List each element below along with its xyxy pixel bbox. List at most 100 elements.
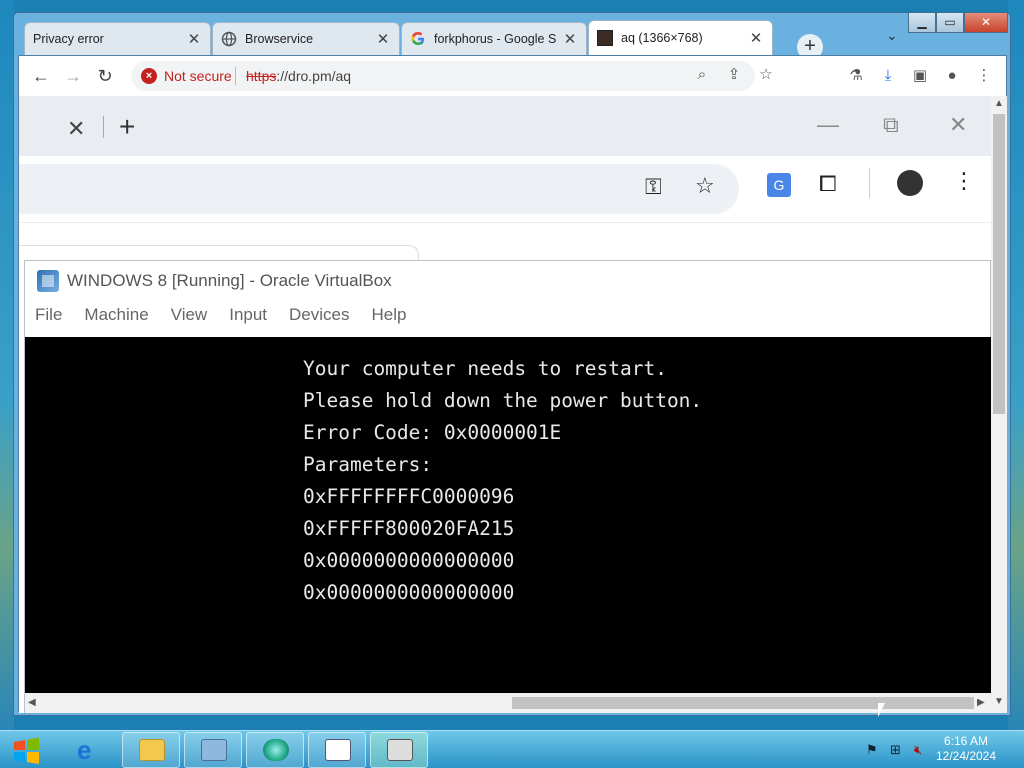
vbox-titlebar: WINDOWS 8 [Running] - Oracle VirtualBox <box>25 261 990 301</box>
browser-window: Privacy error ✕ Browservice ✕ forkphorus… <box>13 12 1011 716</box>
network-icon <box>263 739 289 761</box>
network-button[interactable] <box>246 732 304 768</box>
scroll-down-icon[interactable]: ▼ <box>994 696 1004 707</box>
divider <box>869 168 870 198</box>
scroll-left-icon[interactable]: ◀ <box>28 697 36 708</box>
restore-icon[interactable]: ⧉ <box>883 112 899 138</box>
ie-button[interactable]: e <box>60 732 118 768</box>
clock[interactable]: 6:16 AM 12/24/2024 <box>930 734 1002 764</box>
share-icon[interactable]: ⇪ <box>723 65 745 87</box>
zoom-icon[interactable]: ⌕ <box>691 65 713 87</box>
tab-privacy-error[interactable]: Privacy error ✕ <box>24 22 211 55</box>
clock-time: 6:16 AM <box>943 734 989 748</box>
minimize-icon[interactable]: — <box>817 112 839 138</box>
error-icon[interactable]: × <box>141 68 157 84</box>
flask-icon[interactable]: ⚗ <box>845 66 867 88</box>
notes-button[interactable] <box>308 732 366 768</box>
control-panel-icon <box>201 739 227 761</box>
minimize-button[interactable]: ▁ <box>908 13 936 33</box>
menu-file[interactable]: File <box>35 305 62 335</box>
menu-help[interactable]: Help <box>372 305 407 335</box>
tab-title: aq (1366×768) <box>621 31 703 45</box>
maximize-button[interactable]: ▭ <box>936 13 964 33</box>
translate-icon[interactable]: G <box>767 173 791 197</box>
close-icon[interactable]: ✕ <box>67 116 85 142</box>
menu-input[interactable]: Input <box>229 305 267 335</box>
tab-title: Browservice <box>245 32 314 46</box>
extension-icon[interactable]: ⧠ <box>819 171 837 197</box>
reload-button[interactable]: ↻ <box>93 64 117 88</box>
device-button[interactable] <box>370 732 428 768</box>
control-panel-button[interactable] <box>184 732 242 768</box>
url-rest: ://dro.pm/aq <box>276 68 352 84</box>
address-bar[interactable]: × Not secure https://dro.pm/aq ⌕ ⇪ ☆ <box>131 61 773 91</box>
error-line: Parameters: <box>303 453 433 476</box>
back-button[interactable]: ← <box>29 64 53 88</box>
scroll-up-icon[interactable]: ▲ <box>994 98 1004 109</box>
download-icon[interactable]: ⤓ <box>877 66 899 88</box>
device-icon <box>387 739 413 761</box>
close-icon[interactable]: ✕ <box>375 30 391 48</box>
key-icon[interactable]: ⚿ <box>645 174 662 200</box>
horizontal-scrollbar[interactable]: ◀ ▶ <box>25 693 991 713</box>
error-message: Your computer needs to restart. Please h… <box>303 353 702 609</box>
error-line: Please hold down the power button. <box>303 389 703 412</box>
divider <box>235 67 236 85</box>
new-tab-button[interactable]: + <box>119 111 135 143</box>
close-icon[interactable]: ✕ <box>186 30 202 48</box>
vm-screen[interactable]: Your computer needs to restart. Please h… <box>25 337 991 694</box>
horizontal-scroll-thumb[interactable] <box>512 697 974 709</box>
browser-toolbar: ← → ↻ × Not secure https://dro.pm/aq ⌕ ⇪… <box>19 56 1006 96</box>
virtualbox-window: WINDOWS 8 [Running] - Oracle VirtualBox … <box>24 260 991 713</box>
desktop-wallpaper-left <box>0 0 14 730</box>
sidepanel-icon[interactable]: ▣ <box>909 66 931 88</box>
error-line: 0x0000000000000000 <box>303 549 515 572</box>
ie-icon: e <box>77 735 92 765</box>
vbox-menubar: File Machine View Input Devices Help <box>25 305 990 335</box>
forward-button[interactable]: → <box>61 64 85 88</box>
notes-icon <box>325 739 351 761</box>
tab-aq[interactable]: aq (1366×768) ✕ <box>588 20 773 55</box>
url-text[interactable]: https://dro.pm/aq <box>246 68 351 84</box>
tab-browservice[interactable]: Browservice ✕ <box>212 22 400 55</box>
scroll-right-icon[interactable]: ▶ <box>977 697 985 708</box>
menu-devices[interactable]: Devices <box>289 305 349 335</box>
volume-muted-icon[interactable]: 🔇︎ <box>914 742 922 758</box>
flag-icon[interactable]: ⚑ <box>866 742 878 758</box>
inner-tab-outline <box>19 245 419 261</box>
inner-address-bar[interactable]: ⚿ ☆ <box>19 164 739 214</box>
chevron-down-icon[interactable]: ⌄ <box>886 27 898 44</box>
close-window-button[interactable]: ✕ <box>964 13 1008 33</box>
star-icon[interactable]: ☆ <box>695 173 715 199</box>
tab-title: forkphorus - Google S <box>434 32 557 46</box>
profile-icon[interactable]: ● <box>941 66 963 88</box>
star-icon[interactable]: ☆ <box>755 65 777 87</box>
error-line: 0xFFFFFFFFC0000096 <box>303 485 515 508</box>
menu-icon[interactable]: ⋮ <box>973 66 995 88</box>
menu-icon[interactable]: ⋮ <box>953 168 975 194</box>
menu-machine[interactable]: Machine <box>84 305 148 335</box>
url-scheme: https <box>246 68 277 84</box>
tab-title: Privacy error <box>33 32 104 46</box>
close-icon[interactable]: ✕ <box>562 30 578 48</box>
vertical-scrollbar[interactable]: ▲ ▼ <box>991 96 1007 713</box>
virtualbox-icon <box>37 270 59 292</box>
page-content: ✕ + — ⧉ ✕ ⚿ ☆ G ⧠ ⋮ WINDOWS 8 [Running] … <box>19 96 991 713</box>
image-icon <box>597 30 613 46</box>
browser-content-area: ← → ↻ × Not secure https://dro.pm/aq ⌕ ⇪… <box>18 55 1007 713</box>
divider <box>103 116 104 138</box>
vertical-scroll-thumb[interactable] <box>993 114 1005 414</box>
start-button[interactable] <box>8 734 44 766</box>
tab-forkphorus[interactable]: forkphorus - Google S ✕ <box>401 22 587 55</box>
network-tray-icon[interactable]: ⊞ <box>890 742 901 758</box>
profile-icon[interactable] <box>897 170 923 196</box>
inner-tab-strip: ✕ + — ⧉ ✕ <box>19 96 991 156</box>
security-status[interactable]: Not secure <box>164 68 232 84</box>
explorer-button[interactable] <box>122 732 180 768</box>
vbox-title: WINDOWS 8 [Running] - Oracle VirtualBox <box>67 271 392 290</box>
taskbar: e ⚑ ⊞ 🔇︎ 6:16 AM 12/24/2024 <box>0 730 1024 768</box>
close-icon[interactable]: ✕ <box>949 112 967 138</box>
globe-icon <box>221 31 237 47</box>
menu-view[interactable]: View <box>171 305 208 335</box>
close-icon[interactable]: ✕ <box>748 29 764 47</box>
